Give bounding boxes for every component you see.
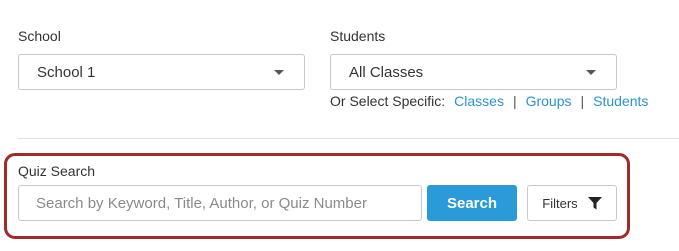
link-separator: | [512,93,517,109]
filters-button-label: Filters [542,195,578,211]
search-button[interactable]: Search [427,185,517,221]
groups-link[interactable]: Groups [526,93,572,109]
select-specific-prefix: Or Select Specific: [330,93,446,109]
link-separator: | [580,93,585,109]
quiz-search-input[interactable] [18,185,422,221]
select-specific-row: Or Select Specific: Classes | Groups | S… [330,93,648,109]
filters-button[interactable]: Filters [527,185,617,221]
students-select-value: All Classes [349,63,424,81]
chevron-down-icon [586,70,596,75]
school-label: School [18,28,61,44]
students-select[interactable]: All Classes [330,54,617,90]
funnel-icon [587,196,602,210]
students-label: Students [330,28,386,44]
quiz-search-label: Quiz Search [18,163,96,179]
section-divider [18,138,679,139]
students-link[interactable]: Students [593,93,648,109]
chevron-down-icon [274,70,284,75]
school-select-value: School 1 [37,63,96,81]
classes-link[interactable]: Classes [454,93,504,109]
school-select[interactable]: School 1 [18,54,305,90]
